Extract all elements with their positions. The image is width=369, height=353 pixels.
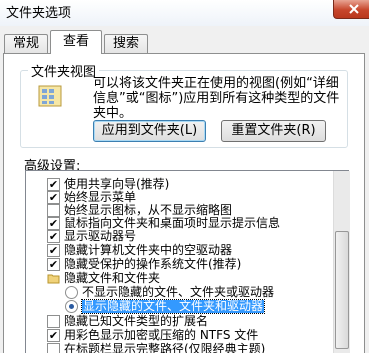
setting-label: 显示驱动器号 (64, 229, 137, 243)
radio-show-hidden[interactable] (65, 300, 78, 313)
setting-label-selected: 显示隐藏的文件、文件夹和驱动器 (80, 299, 266, 314)
checkbox-hide-protected-os-files[interactable]: ✔ (47, 258, 60, 271)
setting-label: 不显示隐藏的文件、文件夹或驱动器 (82, 285, 275, 299)
setting-label: 隐藏文件和文件夹 (64, 271, 161, 285)
close-icon (349, 4, 359, 14)
scrollbar-thumb[interactable] (335, 231, 349, 349)
setting-label: 隐藏已知文件类型的扩展名 (64, 314, 209, 328)
checkbox-hide-empty-drives[interactable]: ✔ (47, 244, 60, 257)
checkbox-show-drive-letters[interactable]: ✔ (47, 230, 60, 243)
window-title: 文件夹选项 (6, 6, 72, 21)
folder-views-icon (37, 82, 67, 110)
tab-strip: 常规 查看 搜索 (0, 26, 369, 54)
tab-view[interactable]: 查看 (50, 30, 102, 54)
setting-label: 在标题栏显示完整路径(仅限经典主题) (64, 342, 266, 353)
checkbox-color-encrypted-ntfs[interactable]: ✔ (47, 329, 60, 342)
vertical-scrollbar[interactable] (333, 171, 350, 353)
checkbox-popup-descriptions[interactable]: ✔ (47, 217, 60, 230)
title-bar: 文件夹选项 (0, 0, 369, 26)
checkbox-always-show-menus[interactable]: ✔ (47, 191, 60, 204)
checkbox-hide-extensions[interactable] (47, 315, 60, 328)
setting-label: 隐藏计算机文件夹中的空驱动器 (64, 243, 233, 257)
checkbox-sharing-wizard[interactable]: ✔ (47, 178, 60, 191)
close-button[interactable] (333, 0, 369, 19)
checkbox-always-show-icons[interactable] (47, 204, 60, 217)
tab-search[interactable]: 搜索 (104, 34, 148, 54)
folder-views-title: 文件夹视图 (28, 61, 100, 80)
tab-general[interactable]: 常规 (4, 34, 48, 54)
checkbox-full-path-title-bar[interactable] (47, 343, 60, 353)
folder-views-description: 可以将该文件夹正在使用的视图(例如“详细信息”或“图标”)应用到所有这种类型的文… (93, 76, 340, 121)
setting-label: 隐藏受保护的操作系统文件(推荐) (64, 257, 242, 271)
setting-label: 用彩色显示加密或压缩的 NTFS 文件 (64, 328, 259, 342)
reset-folders-button[interactable]: 重置文件夹(R) (221, 120, 326, 142)
folder-icon (47, 272, 60, 285)
radio-dont-show-hidden[interactable] (65, 286, 78, 299)
apply-to-folders-button[interactable]: 应用到文件夹(L) (93, 120, 206, 142)
